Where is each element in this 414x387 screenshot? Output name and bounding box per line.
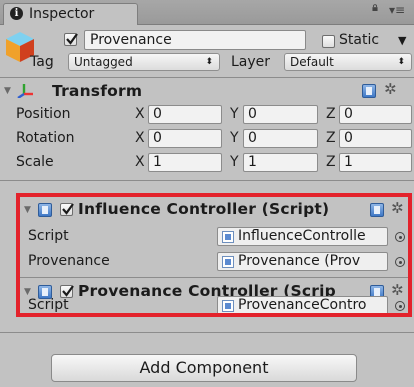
script-file-icon <box>222 231 234 243</box>
script-file-icon <box>222 256 234 268</box>
tab-inspector-label: Inspector <box>29 6 95 22</box>
divider <box>0 332 414 333</box>
help-book-icon[interactable] <box>362 84 376 98</box>
static-checkbox[interactable] <box>322 35 335 48</box>
position-label: Position <box>16 106 71 122</box>
divider <box>20 277 408 278</box>
divider <box>0 180 414 181</box>
object-name-field[interactable]: Provenance <box>84 30 306 50</box>
tag-value: Untagged <box>74 55 133 69</box>
script-label: Script <box>28 228 69 244</box>
gear-icon[interactable]: ✲ <box>391 199 404 217</box>
position-y-field[interactable]: 0 <box>243 105 318 124</box>
provenance-label: Provenance <box>28 253 110 269</box>
axis-z-label[interactable]: Z <box>326 130 336 146</box>
add-component-button[interactable]: Add Component <box>51 354 357 382</box>
rotation-z-field[interactable]: 0 <box>339 129 412 148</box>
gear-icon[interactable]: ✲ <box>384 80 397 98</box>
active-checkbox[interactable] <box>64 33 78 46</box>
axis-z-label[interactable]: Z <box>326 106 336 122</box>
transform-foldout-icon[interactable]: ▼ <box>4 86 11 96</box>
rotation-x-field[interactable]: 0 <box>148 129 222 148</box>
inspector-tabbar: i Inspector ▾≡ <box>0 0 414 25</box>
gear-icon[interactable]: ✲ <box>391 281 404 299</box>
script-file-icon <box>222 300 234 312</box>
provenance-script-field[interactable]: ProvenanceContro <box>217 296 388 315</box>
transform-axes-icon <box>17 84 33 98</box>
layer-value: Default <box>290 55 334 69</box>
static-label: Static <box>339 32 380 48</box>
help-book-icon[interactable] <box>370 203 384 217</box>
axis-y-label[interactable]: Y <box>230 130 239 146</box>
position-x-field[interactable]: 0 <box>148 105 222 124</box>
influence-script-value: InfluenceControlle <box>238 228 366 244</box>
scale-y-field[interactable]: 1 <box>243 153 318 172</box>
object-picker-icon[interactable] <box>395 232 405 242</box>
axis-x-label[interactable]: X <box>135 106 145 122</box>
influence-title[interactable]: Influence Controller (Script) <box>78 200 329 218</box>
influence-provenance-value: Provenance (Prov <box>238 253 361 269</box>
axis-y-label[interactable]: Y <box>230 106 239 122</box>
tab-inspector[interactable]: i Inspector <box>3 3 138 25</box>
influence-enabled-checkbox[interactable] <box>60 203 74 216</box>
axis-x-label[interactable]: X <box>135 130 145 146</box>
scale-label: Scale <box>16 154 54 170</box>
scale-x-field[interactable]: 1 <box>148 153 222 172</box>
script-label: Script <box>28 297 69 313</box>
influence-provenance-field[interactable]: Provenance (Prov <box>217 252 388 271</box>
chevron-updown-icon: ⬍ <box>205 57 213 67</box>
provenance-script-value: ProvenanceContro <box>238 297 367 313</box>
static-dropdown-arrow-icon[interactable]: ▼ <box>398 34 406 47</box>
lock-icon[interactable] <box>371 4 379 11</box>
axis-x-label[interactable]: X <box>135 154 145 170</box>
object-picker-icon[interactable] <box>395 301 405 311</box>
scale-z-field[interactable]: 1 <box>339 153 412 172</box>
transform-title[interactable]: Transform <box>52 82 142 100</box>
chevron-updown-icon: ⬍ <box>397 57 405 67</box>
position-z-field[interactable]: 0 <box>339 105 412 124</box>
menu-icon[interactable]: ▾≡ <box>389 3 405 17</box>
script-icon <box>38 203 52 217</box>
provenance-foldout-icon[interactable]: ▼ <box>24 287 31 297</box>
axis-y-label[interactable]: Y <box>230 154 239 170</box>
axis-z-label[interactable]: Z <box>326 154 336 170</box>
tag-label: Tag <box>30 54 54 70</box>
rotation-label: Rotation <box>16 130 75 146</box>
divider <box>0 77 414 78</box>
tag-dropdown[interactable]: Untagged ⬍ <box>68 53 220 71</box>
influence-foldout-icon[interactable]: ▼ <box>24 205 31 215</box>
object-picker-icon[interactable] <box>395 257 405 267</box>
layer-dropdown[interactable]: Default ⬍ <box>284 53 412 71</box>
info-icon: i <box>10 7 23 20</box>
layer-label: Layer <box>231 54 271 70</box>
influence-script-field[interactable]: InfluenceControlle <box>217 227 388 246</box>
rotation-y-field[interactable]: 0 <box>243 129 318 148</box>
